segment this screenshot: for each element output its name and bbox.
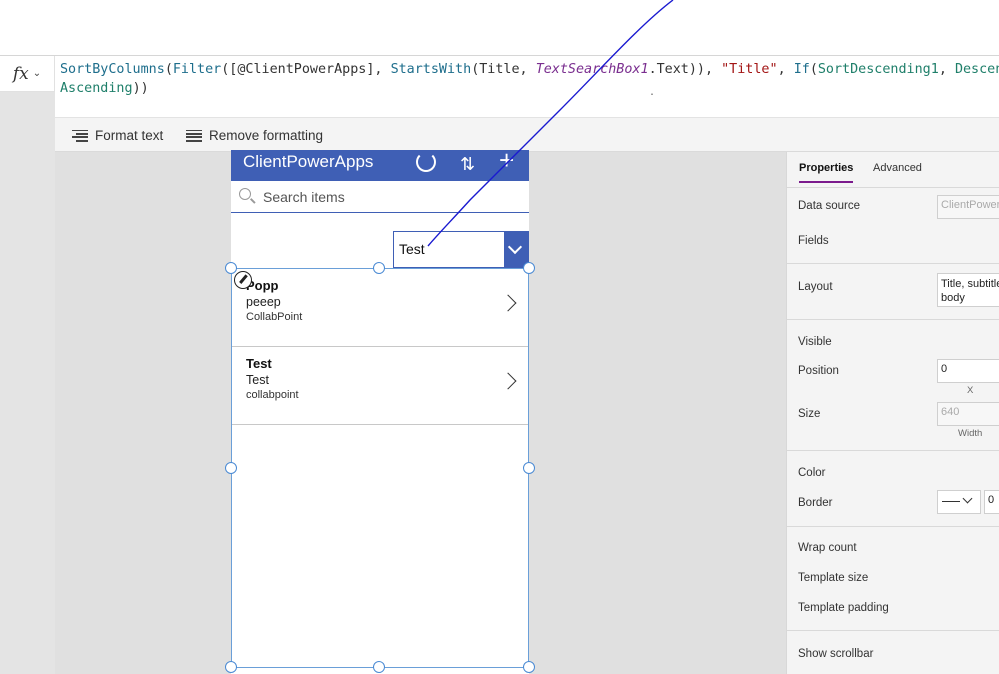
resize-handle[interactable]	[225, 661, 237, 673]
format-text-label: Format text	[95, 128, 164, 143]
formula-token: If	[793, 62, 810, 77]
formula-token: .Text)),	[648, 62, 722, 77]
refresh-icon[interactable]	[416, 152, 436, 172]
divider	[787, 263, 999, 264]
formula-token: SortByColumns	[60, 62, 165, 77]
search-box[interactable]: Search items	[231, 181, 529, 213]
remove-formatting-icon	[186, 129, 202, 142]
formula-token: (	[164, 62, 173, 77]
app-title: ClientPowerApps	[243, 152, 374, 171]
formula-token: ))	[132, 81, 149, 96]
show-scrollbar-label: Show scrollbar	[798, 648, 874, 660]
format-text-button[interactable]: Format text	[72, 118, 163, 153]
formula-token: Ascending	[60, 81, 133, 96]
size-width-field[interactable]: 640	[937, 402, 999, 426]
item-body: CollabPoint	[246, 311, 303, 323]
resize-handle[interactable]	[373, 262, 385, 274]
border-label: Border	[798, 497, 833, 509]
app-header: ClientPowerApps ⇅ +	[231, 147, 529, 181]
filter-dropdown[interactable]: Test	[393, 231, 529, 268]
formula-token: TextSearchBox1	[535, 62, 649, 77]
formula-input[interactable]: SortByColumns(Filter([@ClientPowerApps],…	[60, 60, 999, 98]
left-strip	[0, 92, 55, 674]
formula-token: (	[809, 62, 818, 77]
fx-dropdown[interactable]: fx ⌄	[0, 56, 55, 92]
format-text-icon	[72, 129, 88, 142]
tab-properties[interactable]: Properties	[799, 162, 854, 183]
position-x-field[interactable]: 0	[937, 359, 999, 383]
border-width-field[interactable]: 0	[984, 490, 999, 514]
item-body: collabpoint	[246, 389, 299, 401]
item-title: Test	[246, 356, 272, 371]
browse-gallery[interactable]: Popp peeep CollabPoint Test Test collabp…	[231, 268, 529, 668]
formula-token: ([@ClientPowerApps],	[221, 62, 391, 77]
resize-handle[interactable]	[225, 462, 237, 474]
search-icon	[239, 188, 251, 200]
resize-handle[interactable]	[373, 661, 385, 673]
dropdown-value: Test	[399, 241, 425, 257]
visible-label: Visible	[798, 336, 832, 348]
divider	[787, 450, 999, 451]
formula-token: Descending	[954, 62, 999, 77]
chevron-down-icon	[962, 493, 973, 504]
add-icon[interactable]: +	[499, 147, 514, 173]
layout-label: Layout	[798, 281, 833, 293]
color-label: Color	[798, 467, 826, 479]
formula-token: "Title"	[721, 62, 778, 77]
width-caption: Width	[958, 428, 983, 439]
data-source-field[interactable]: ClientPowerApps	[937, 195, 999, 219]
sort-icon[interactable]: ⇅	[460, 152, 475, 176]
tab-advanced[interactable]: Advanced	[873, 162, 922, 174]
text-toolbar: Format text Remove formatting	[55, 117, 999, 152]
template-padding-label: Template padding	[798, 602, 889, 614]
list-item[interactable]: Popp peeep CollabPoint	[232, 269, 528, 347]
formula-token: ,	[938, 62, 955, 77]
list-item[interactable]: Test Test collabpoint	[232, 347, 528, 425]
layout-field[interactable]: Title, subtitle body	[937, 273, 999, 307]
formula-token: Filter	[172, 62, 222, 77]
wrap-count-label: Wrap count	[798, 542, 857, 554]
layout-value-line: body	[941, 292, 965, 304]
app-screen: ClientPowerApps ⇅ + Search items Test Po…	[231, 147, 529, 674]
fx-label: fx	[12, 63, 29, 84]
template-size-label: Template size	[798, 572, 869, 584]
chevron-right-icon[interactable]	[499, 372, 517, 390]
divider	[787, 630, 999, 631]
position-label: Position	[798, 365, 839, 377]
remove-formatting-button[interactable]: Remove formatting	[186, 118, 323, 153]
divider	[787, 187, 999, 188]
search-placeholder: Search items	[263, 189, 345, 205]
formula-token: SortDescending1	[817, 62, 939, 77]
divider	[787, 526, 999, 527]
item-subtitle: peeep	[246, 295, 281, 309]
fields-label[interactable]: Fields	[798, 235, 829, 247]
chevron-right-icon[interactable]	[499, 294, 517, 312]
chevron-down-icon[interactable]	[504, 232, 528, 267]
formula-bar: fx ⌄ SortByColumns(Filter([@ClientPowerA…	[0, 55, 999, 117]
data-source-label: Data source	[798, 200, 861, 212]
edit-icon[interactable]	[234, 271, 252, 289]
formula-token: StartsWith	[390, 62, 472, 77]
resize-handle[interactable]	[523, 462, 535, 474]
divider	[787, 319, 999, 320]
formula-token: ,	[777, 62, 794, 77]
chevron-down-icon: ⌄	[32, 68, 42, 79]
formula-token: (Title,	[471, 62, 536, 77]
remove-formatting-label: Remove formatting	[209, 128, 324, 143]
powerapps-studio: fx ⌄ SortByColumns(Filter([@ClientPowerA…	[0, 0, 999, 674]
size-label: Size	[798, 408, 821, 420]
resize-handle[interactable]	[523, 661, 535, 673]
resize-handle[interactable]	[523, 262, 535, 274]
x-caption: X	[967, 385, 974, 396]
item-subtitle: Test	[246, 373, 269, 387]
layout-value-line: Title, subtitle	[941, 278, 999, 290]
properties-panel: Properties Advanced Data source ClientPo…	[786, 152, 999, 674]
line-style-icon	[942, 501, 960, 502]
cursor-dot: .	[649, 87, 656, 98]
resize-handle[interactable]	[225, 262, 237, 274]
border-style-dropdown[interactable]	[937, 490, 981, 514]
